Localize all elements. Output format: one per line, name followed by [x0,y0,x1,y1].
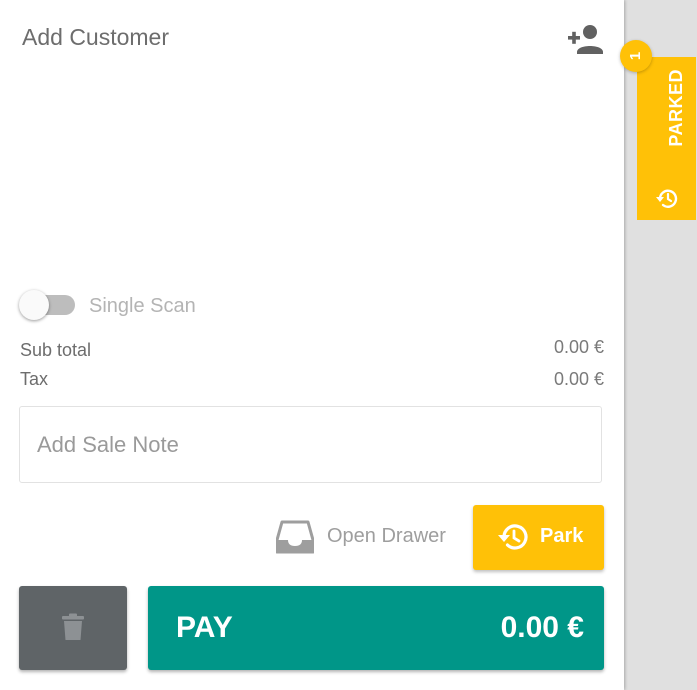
parked-sales-tab[interactable]: PARKED [637,57,696,220]
sale-note-box [19,406,602,483]
park-label: Park [540,525,584,547]
delete-sale-button[interactable] [19,586,127,670]
add-customer-label[interactable]: Add Customer [22,24,169,51]
history-icon [498,524,528,550]
pay-button[interactable]: PAY 0.00 € [148,586,604,670]
parked-count-badge: 1 [620,40,652,72]
sale-panel: Add Customer Single Scan Sub total 0.00 … [0,0,624,690]
parked-label: PARKED [666,69,686,147]
pay-label: PAY [176,611,233,644]
tax-value: 0.00 € [553,369,604,389]
park-button[interactable]: Park [473,505,604,570]
add-customer-button[interactable] [566,22,604,56]
open-drawer-button[interactable]: Open Drawer [276,518,456,558]
subtotal-value: 0.00 € [553,337,604,357]
parked-count: 1 [627,51,644,61]
pay-amount: 0.00 € [500,611,584,644]
inbox-tray-icon [276,520,314,554]
single-scan-label: Single Scan [89,295,196,317]
toggle-knob [19,290,49,320]
open-drawer-label: Open Drawer [327,525,446,547]
sale-note-input[interactable] [20,407,601,482]
subtotal-label: Sub total [20,340,92,360]
trash-icon [62,613,84,640]
person-add-icon [568,25,603,54]
history-icon [656,189,678,208]
single-scan-toggle[interactable]: Single Scan [19,290,219,322]
tax-label: Tax [20,369,49,389]
